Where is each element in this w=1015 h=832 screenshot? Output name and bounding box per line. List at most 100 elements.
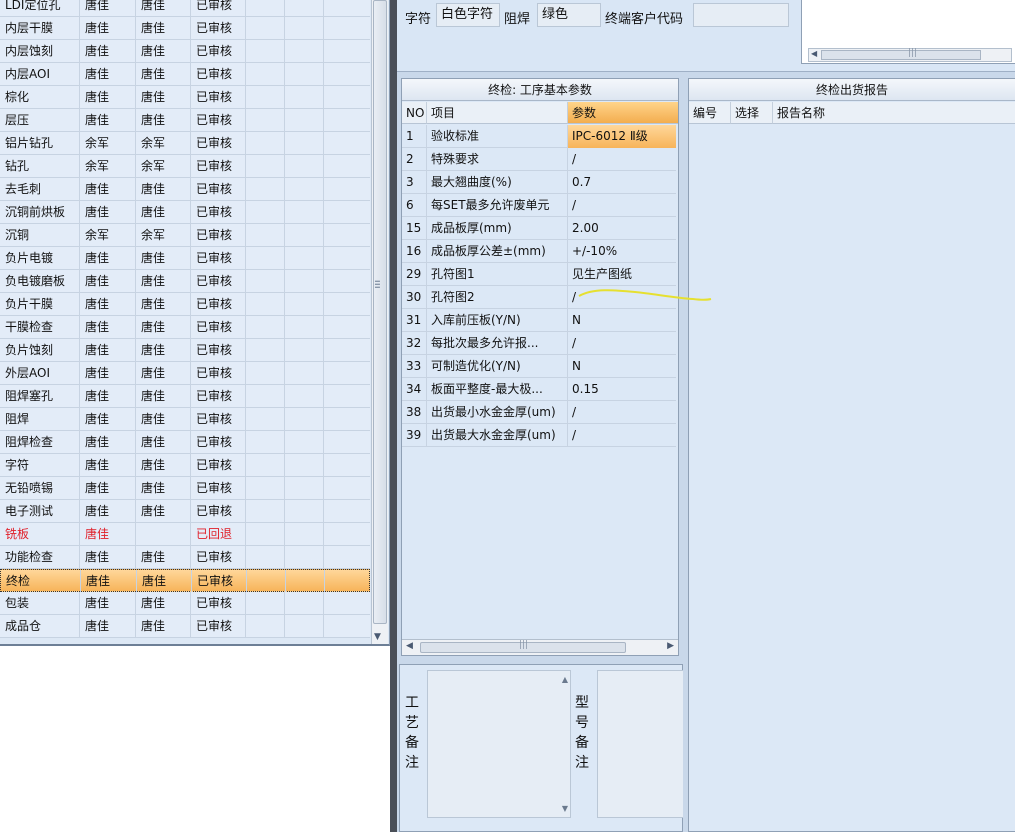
vertical-splitter[interactable] — [390, 0, 397, 832]
param-row[interactable]: 34 板面平整度-最大极... 0.15 — [402, 378, 676, 401]
scrollbar-grip-icon: ||| — [519, 640, 529, 650]
process-row[interactable]: 阻焊塞孔 唐佳 唐佳 已审核 — [0, 385, 370, 408]
status-cell: 已审核 — [191, 592, 246, 615]
process-row[interactable]: 负片干膜 唐佳 唐佳 已审核 — [0, 293, 370, 316]
param-value-cell[interactable]: / — [568, 424, 676, 447]
report-col-no[interactable]: 编号 — [689, 102, 731, 124]
process-row[interactable]: 功能检查 唐佳 唐佳 已审核 — [0, 546, 370, 569]
model-note-field[interactable] — [597, 670, 683, 818]
process-row[interactable]: 铣板 唐佳 已回退 — [0, 523, 370, 546]
param-value-cell[interactable]: IPC-6012 Ⅱ级 — [568, 125, 676, 148]
param-value-cell[interactable]: 见生产图纸 — [568, 263, 676, 286]
report-col-name[interactable]: 报告名称 — [773, 102, 1015, 124]
param-row[interactable]: 2 特殊要求 / — [402, 148, 676, 171]
process-row[interactable]: 负片蚀刻 唐佳 唐佳 已审核 — [0, 339, 370, 362]
param-no-cell: 6 — [402, 194, 427, 217]
process-row[interactable]: 内层干膜 唐佳 唐佳 已审核 — [0, 17, 370, 40]
param-item-cell: 孔符图2 — [427, 286, 568, 309]
param-no-cell: 29 — [402, 263, 427, 286]
param-value-cell[interactable]: / — [568, 194, 676, 217]
status-cell: 已审核 — [191, 615, 246, 638]
scroll-down-icon[interactable]: ▼ — [562, 804, 568, 813]
param-value-cell[interactable]: 2.00 — [568, 217, 676, 240]
process-name-cell: 层压 — [0, 109, 80, 132]
process-row[interactable]: 内层蚀刻 唐佳 唐佳 已审核 — [0, 40, 370, 63]
param-row[interactable]: 38 出货最小水金金厚(um) / — [402, 401, 676, 424]
process-name-cell: 钻孔 — [0, 155, 80, 178]
process-row[interactable]: 层压 唐佳 唐佳 已审核 — [0, 109, 370, 132]
reviewer-cell: 唐佳 — [136, 178, 191, 201]
param-row[interactable]: 39 出货最大水金金厚(um) / — [402, 424, 676, 447]
scrollbar-thumb[interactable]: ||| — [420, 640, 626, 653]
param-col-value[interactable]: 参数 — [568, 102, 678, 124]
param-value-cell[interactable]: / — [568, 332, 676, 355]
process-list-scrollbar[interactable]: ━ ━ ━ ▼ — [371, 0, 388, 644]
scroll-up-icon[interactable]: ▲ — [562, 675, 568, 684]
param-row[interactable]: 3 最大翘曲度(%) 0.7 — [402, 171, 676, 194]
process-note-field[interactable]: ▲ ▼ — [427, 670, 571, 818]
param-row[interactable]: 29 孔符图1 见生产图纸 — [402, 263, 676, 286]
param-value-cell[interactable]: 0.7 — [568, 171, 676, 194]
customer-code-field[interactable] — [693, 3, 789, 27]
process-row[interactable]: 内层AOI 唐佳 唐佳 已审核 — [0, 63, 370, 86]
param-row[interactable]: 31 入库前压板(Y/N) N — [402, 309, 676, 332]
process-row[interactable]: 包装 唐佳 唐佳 已审核 — [0, 592, 370, 615]
param-value-cell[interactable]: / — [568, 148, 676, 171]
process-name-cell: LDI定位孔 — [0, 0, 80, 17]
status-cell: 已审核 — [191, 224, 246, 247]
process-row[interactable]: 字符 唐佳 唐佳 已审核 — [0, 454, 370, 477]
process-row[interactable]: 沉铜 余军 余军 已审核 — [0, 224, 370, 247]
solder-value-field[interactable]: 绿色 — [537, 3, 601, 27]
param-col-no[interactable]: NO — [402, 102, 427, 124]
param-value-cell[interactable]: +/-10% — [568, 240, 676, 263]
process-row[interactable]: 阻焊检查 唐佳 唐佳 已审核 — [0, 431, 370, 454]
empty-cell — [285, 86, 324, 109]
process-row[interactable]: 干膜检查 唐佳 唐佳 已审核 — [0, 316, 370, 339]
process-row[interactable]: 终检 唐佳 唐佳 已审核 — [0, 569, 370, 593]
process-row[interactable]: 铝片钻孔 余军 余军 已审核 — [0, 132, 370, 155]
scroll-left-icon[interactable]: ◀ — [406, 641, 413, 651]
param-col-item[interactable]: 项目 — [427, 102, 568, 124]
param-no-cell: 16 — [402, 240, 427, 263]
scrollbar-thumb[interactable] — [373, 0, 387, 624]
param-item-cell: 出货最小水金金厚(um) — [427, 401, 568, 424]
param-row[interactable]: 32 每批次最多允许报... / — [402, 332, 676, 355]
process-row[interactable]: 去毛刺 唐佳 唐佳 已审核 — [0, 178, 370, 201]
process-row[interactable]: 阻焊 唐佳 唐佳 已审核 — [0, 408, 370, 431]
scrollbar-thumb[interactable]: ||| — [821, 48, 981, 60]
process-row[interactable]: LDI定位孔 唐佳 唐佳 已审核 — [0, 0, 370, 17]
process-row[interactable]: 无铅喷锡 唐佳 唐佳 已审核 — [0, 477, 370, 500]
process-row[interactable]: 外层AOI 唐佳 唐佳 已审核 — [0, 362, 370, 385]
param-hscrollbar[interactable]: ◀ ||| ▶ — [402, 639, 678, 655]
top-right-hscrollbar[interactable]: ◀ ||| — [808, 48, 1012, 62]
process-row[interactable]: 沉铜前烘板 唐佳 唐佳 已审核 — [0, 201, 370, 224]
process-name-cell: 干膜检查 — [0, 316, 80, 339]
process-row[interactable]: 负片电镀 唐佳 唐佳 已审核 — [0, 247, 370, 270]
empty-cell — [285, 63, 324, 86]
process-name-cell: 负片电镀 — [0, 247, 80, 270]
scroll-down-icon[interactable]: ▼ — [374, 632, 381, 642]
process-row[interactable]: 成品仓 唐佳 唐佳 已审核 — [0, 615, 370, 638]
param-row[interactable]: 33 可制造优化(Y/N) N — [402, 355, 676, 378]
param-value-cell[interactable]: 0.15 — [568, 378, 676, 401]
param-value-cell[interactable]: N — [568, 309, 676, 332]
scroll-right-icon[interactable]: ▶ — [667, 641, 674, 651]
char-value-field[interactable]: 白色字符 — [436, 3, 500, 27]
process-row[interactable]: 钻孔 余军 余军 已审核 — [0, 155, 370, 178]
empty-cell — [285, 178, 324, 201]
param-row[interactable]: 15 成品板厚(mm) 2.00 — [402, 217, 676, 240]
empty-cell — [285, 454, 324, 477]
process-row[interactable]: 棕化 唐佳 唐佳 已审核 — [0, 86, 370, 109]
process-row[interactable]: 电子测试 唐佳 唐佳 已审核 — [0, 500, 370, 523]
param-value-cell[interactable]: / — [568, 401, 676, 424]
param-value-cell[interactable]: N — [568, 355, 676, 378]
empty-cell — [324, 362, 370, 385]
process-row[interactable]: 负电镀磨板 唐佳 唐佳 已审核 — [0, 270, 370, 293]
report-col-select[interactable]: 选择 — [731, 102, 773, 124]
param-row[interactable]: 6 每SET最多允许废单元 / — [402, 194, 676, 217]
param-row[interactable]: 1 验收标准 IPC-6012 Ⅱ级 — [402, 125, 676, 148]
empty-cell — [285, 40, 324, 63]
empty-cell — [246, 270, 285, 293]
scroll-left-icon[interactable]: ◀ — [811, 49, 817, 58]
param-row[interactable]: 16 成品板厚公差±(mm) +/-10% — [402, 240, 676, 263]
